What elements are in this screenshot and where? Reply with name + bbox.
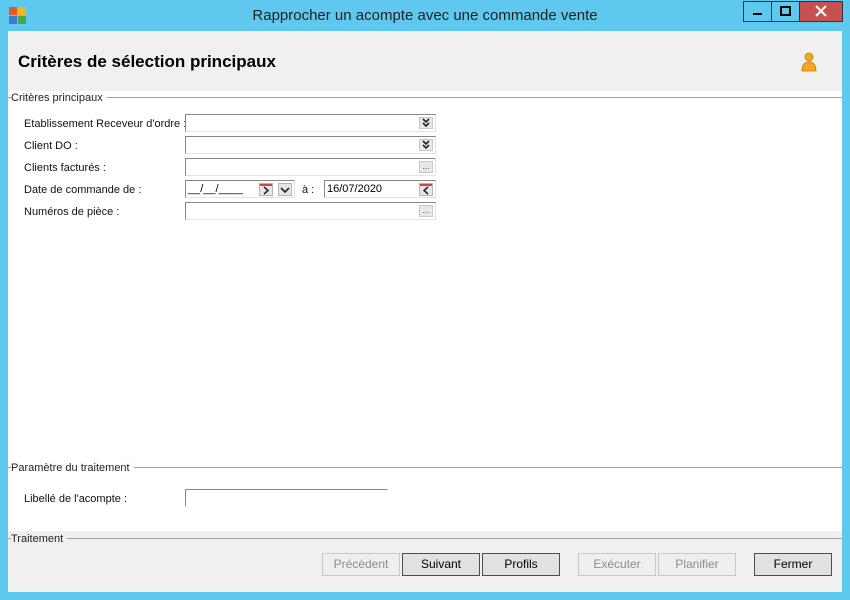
user-icon[interactable] [801, 52, 817, 72]
title-bar[interactable]: Rapprocher un acompte avec une commande … [0, 0, 850, 30]
chevron-down-icon [280, 187, 290, 194]
ellipsis-icon: ... [422, 206, 430, 215]
section-processing-label: Paramètre du traitement [11, 462, 134, 474]
close-window-button[interactable] [799, 1, 843, 22]
page-title: Critères de sélection principaux [18, 52, 276, 71]
acompte-input[interactable] [185, 489, 388, 507]
date-to-input[interactable]: 16/07/2020 [324, 180, 436, 198]
execute-button[interactable]: Exécuter [578, 553, 656, 576]
etablissement-combobox[interactable] [185, 114, 436, 132]
client-do-dropdown-button[interactable] [419, 139, 433, 151]
window-title: Rapprocher un acompte avec une commande … [252, 7, 598, 24]
section-traitement-label: Traitement [11, 533, 68, 545]
date-from-value: __/__/____ [188, 183, 244, 195]
date-to-value: 16/07/2020 [327, 183, 383, 195]
profiles-button[interactable]: Profils [482, 553, 560, 576]
date-to-label: à : [302, 184, 315, 196]
close-icon [815, 5, 827, 17]
clients-factures-input[interactable]: ... [185, 158, 436, 176]
numeros-piece-input[interactable]: ... [185, 202, 436, 220]
app-window: Rapprocher un acompte avec une commande … [0, 0, 850, 600]
date-to-calendar-button[interactable] [419, 183, 433, 196]
client-do-label: Client DO : [24, 140, 78, 152]
minimize-icon [753, 13, 762, 15]
maximize-button[interactable] [771, 1, 800, 22]
ellipsis-icon: ... [422, 162, 430, 171]
date-from-dropdown-button[interactable] [278, 183, 292, 196]
previous-button[interactable]: Précédent [322, 553, 400, 576]
clients-factures-ellipsis-button[interactable]: ... [419, 161, 433, 173]
maximize-icon [780, 6, 791, 16]
minimize-button[interactable] [743, 1, 772, 22]
schedule-button[interactable]: Planifier [658, 553, 736, 576]
acompte-label: Libellé de l'acompte : [24, 493, 127, 505]
date-from-input[interactable]: __/__/____ [185, 180, 295, 198]
double-chevron-down-icon [422, 140, 430, 150]
etablissement-label: Etablissement Receveur d'ordre : [24, 118, 187, 130]
close-button[interactable]: Fermer [754, 553, 832, 576]
calendar-prev-icon [420, 184, 432, 195]
section-divider [8, 97, 842, 98]
client-do-combobox[interactable] [185, 136, 436, 154]
numeros-piece-label: Numéros de pièce : [24, 206, 120, 218]
numeros-piece-ellipsis-button[interactable]: ... [419, 205, 433, 217]
clients-factures-label: Clients facturés : [24, 162, 106, 174]
double-chevron-down-icon [422, 118, 430, 128]
date-from-calendar-button[interactable] [259, 183, 273, 196]
header-band: Critères de sélection principaux [8, 31, 842, 91]
date-commande-label: Date de commande de : [24, 184, 142, 196]
section-divider [8, 538, 842, 539]
next-button[interactable]: Suivant [402, 553, 480, 576]
calendar-next-icon [260, 184, 272, 195]
client-area: Critères de sélection principaux Critère… [8, 31, 842, 592]
section-main-criteria-label: Critères principaux [11, 92, 107, 104]
etablissement-dropdown-button[interactable] [419, 117, 433, 129]
